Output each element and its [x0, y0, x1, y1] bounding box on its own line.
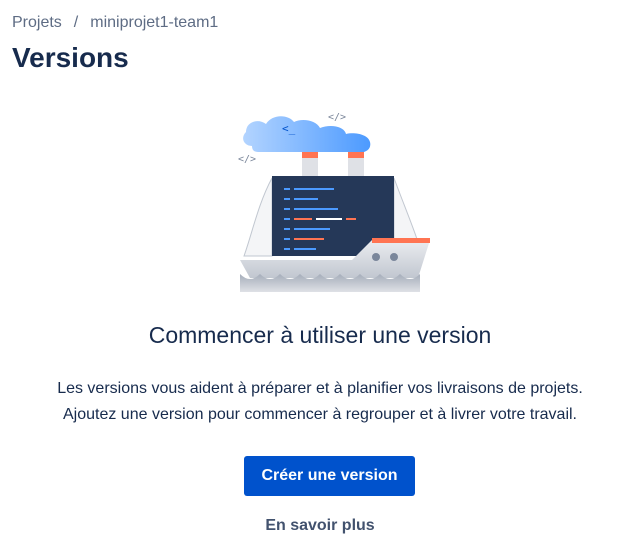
learn-more-link[interactable]: En savoir plus [0, 517, 640, 535]
breadcrumb-separator: / [73, 14, 79, 31]
empty-state-description: Les versions vous aident à préparer et à… [0, 376, 640, 428]
breadcrumb: Projets / miniprojet1-team1 [12, 14, 218, 32]
breadcrumb-project-link[interactable]: miniprojet1-team1 [90, 14, 218, 32]
breadcrumb-projects-link[interactable]: Projets [12, 14, 62, 32]
versions-page: Projets / miniprojet1-team1 Versions <_ … [0, 0, 640, 552]
empty-state-heading: Commencer à utiliser une version [148, 322, 492, 348]
page-title: Versions [12, 42, 129, 73]
svg-text:<_: <_ [282, 122, 296, 135]
cloud-smoke-icon: <_ [243, 116, 371, 153]
create-version-button[interactable]: Créer une version [244, 456, 415, 496]
description-line: Les versions vous aident à préparer et à… [57, 380, 583, 397]
ship-illustration: <_ </> </> [238, 112, 430, 292]
code-tag-icon: </> [238, 154, 256, 165]
code-tag-icon: </> [328, 112, 346, 123]
description-line: Ajoutez une version pour commencer à reg… [62, 406, 577, 423]
chimney-icon [302, 152, 364, 178]
